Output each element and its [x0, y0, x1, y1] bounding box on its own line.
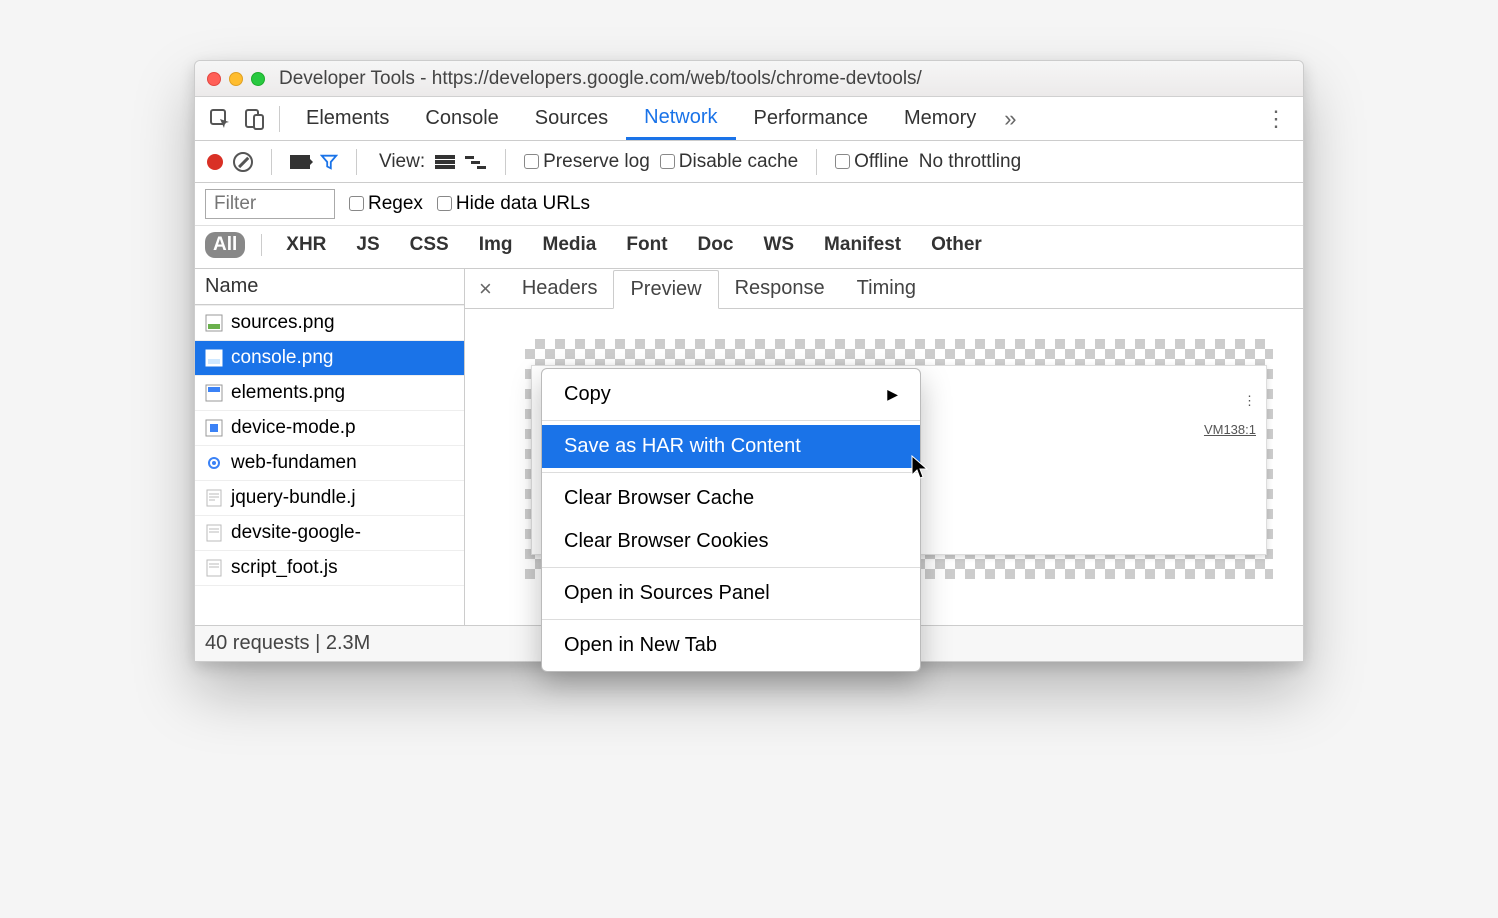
preserve-log-checkbox[interactable]: Preserve log	[524, 151, 650, 173]
view-large-icon[interactable]	[435, 154, 455, 170]
inspect-element-icon[interactable]	[203, 102, 237, 136]
throttling-select[interactable]: No throttling	[919, 151, 1021, 173]
ctx-clear-cache[interactable]: Clear Browser Cache	[542, 477, 920, 520]
ctx-copy[interactable]: Copy ▶	[542, 373, 920, 416]
script-file-icon	[205, 524, 223, 542]
regex-checkbox[interactable]: Regex	[349, 193, 423, 215]
filter-manifest[interactable]: Manifest	[816, 232, 909, 258]
close-detail-icon[interactable]: ×	[465, 276, 506, 302]
list-item[interactable]: elements.png	[195, 376, 464, 411]
filter-other[interactable]: Other	[923, 232, 990, 258]
hide-data-urls-checkbox[interactable]: Hide data URLs	[437, 193, 590, 215]
detail-tab-headers[interactable]: Headers	[506, 269, 614, 308]
gear-icon	[205, 454, 223, 472]
panel-tabs: Elements Console Sources Network Perform…	[288, 97, 994, 140]
list-item[interactable]: web-fundamen	[195, 446, 464, 481]
view-label: View:	[379, 151, 425, 173]
requests-column: Name sources.png console.png elements.pn…	[195, 269, 465, 625]
image-file-icon	[205, 349, 223, 367]
filter-toggle-icon[interactable]	[320, 153, 338, 171]
window-title: Developer Tools - https://developers.goo…	[279, 68, 922, 90]
screenshots-icon[interactable]	[290, 155, 310, 169]
panel-tabs-row: Elements Console Sources Network Perform…	[195, 97, 1303, 141]
filter-font[interactable]: Font	[618, 232, 675, 258]
image-file-icon	[205, 419, 223, 437]
filter-css[interactable]: CSS	[402, 232, 457, 258]
tab-network[interactable]: Network	[626, 97, 735, 140]
detail-tabs: × Headers Preview Response Timing	[465, 269, 1303, 309]
clear-icon[interactable]	[233, 152, 253, 172]
script-file-icon	[205, 559, 223, 577]
filter-doc[interactable]: Doc	[690, 232, 742, 258]
detail-tab-response[interactable]: Response	[719, 269, 841, 308]
minimize-window-icon[interactable]	[229, 72, 243, 86]
list-item[interactable]: script_foot.js	[195, 551, 464, 586]
filter-xhr[interactable]: XHR	[278, 232, 334, 258]
settings-kebab-icon[interactable]: ⋮	[1257, 106, 1295, 132]
detail-tab-timing[interactable]: Timing	[841, 269, 932, 308]
filter-input[interactable]	[205, 189, 335, 219]
network-toolbar: View: Preserve log Disable cache Offline…	[195, 141, 1303, 183]
list-item[interactable]: devsite-google-	[195, 516, 464, 551]
ctx-save-har[interactable]: Save as HAR with Content	[542, 425, 920, 468]
list-item[interactable]: console.png	[195, 341, 464, 376]
filter-ws[interactable]: WS	[755, 232, 802, 258]
filter-media[interactable]: Media	[535, 232, 605, 258]
titlebar: Developer Tools - https://developers.goo…	[195, 61, 1303, 97]
script-file-icon	[205, 489, 223, 507]
filter-all[interactable]: All	[205, 232, 245, 258]
tabs-overflow-icon[interactable]: »	[994, 106, 1026, 132]
ctx-open-sources[interactable]: Open in Sources Panel	[542, 572, 920, 615]
offline-checkbox[interactable]: Offline	[835, 151, 909, 173]
zoom-window-icon[interactable]	[251, 72, 265, 86]
image-file-icon	[205, 384, 223, 402]
traffic-lights	[207, 72, 265, 86]
column-header-name[interactable]: Name	[195, 269, 464, 305]
submenu-arrow-icon: ▶	[887, 386, 898, 403]
tab-sources[interactable]: Sources	[517, 97, 626, 140]
image-file-icon	[205, 314, 223, 332]
tab-console[interactable]: Console	[407, 97, 516, 140]
filter-row: Regex Hide data URLs	[195, 183, 1303, 226]
toggle-device-icon[interactable]	[237, 102, 271, 136]
close-window-icon[interactable]	[207, 72, 221, 86]
ctx-open-new-tab[interactable]: Open in New Tab	[542, 624, 920, 667]
list-item[interactable]: sources.png	[195, 305, 464, 341]
tab-elements[interactable]: Elements	[288, 97, 407, 140]
ctx-clear-cookies[interactable]: Clear Browser Cookies	[542, 520, 920, 563]
disable-cache-checkbox[interactable]: Disable cache	[660, 151, 798, 173]
list-item[interactable]: device-mode.p	[195, 411, 464, 446]
mouse-cursor-icon	[911, 455, 931, 481]
record-icon[interactable]	[207, 154, 223, 170]
context-menu: Copy ▶ Save as HAR with Content Clear Br…	[541, 368, 921, 672]
requests-list: sources.png console.png elements.png dev…	[195, 305, 464, 625]
detail-tab-preview[interactable]: Preview	[613, 270, 718, 309]
status-requests: 40 requests | 2.3M	[205, 632, 370, 655]
list-item[interactable]: jquery-bundle.j	[195, 481, 464, 516]
filter-img[interactable]: Img	[471, 232, 521, 258]
devtools-window: Developer Tools - https://developers.goo…	[194, 60, 1304, 662]
view-overview-icon[interactable]	[465, 154, 487, 170]
filter-js[interactable]: JS	[348, 232, 387, 258]
tab-performance[interactable]: Performance	[736, 97, 887, 140]
tab-memory[interactable]: Memory	[886, 97, 994, 140]
type-filter-row: All XHR JS CSS Img Media Font Doc WS Man…	[195, 226, 1303, 269]
